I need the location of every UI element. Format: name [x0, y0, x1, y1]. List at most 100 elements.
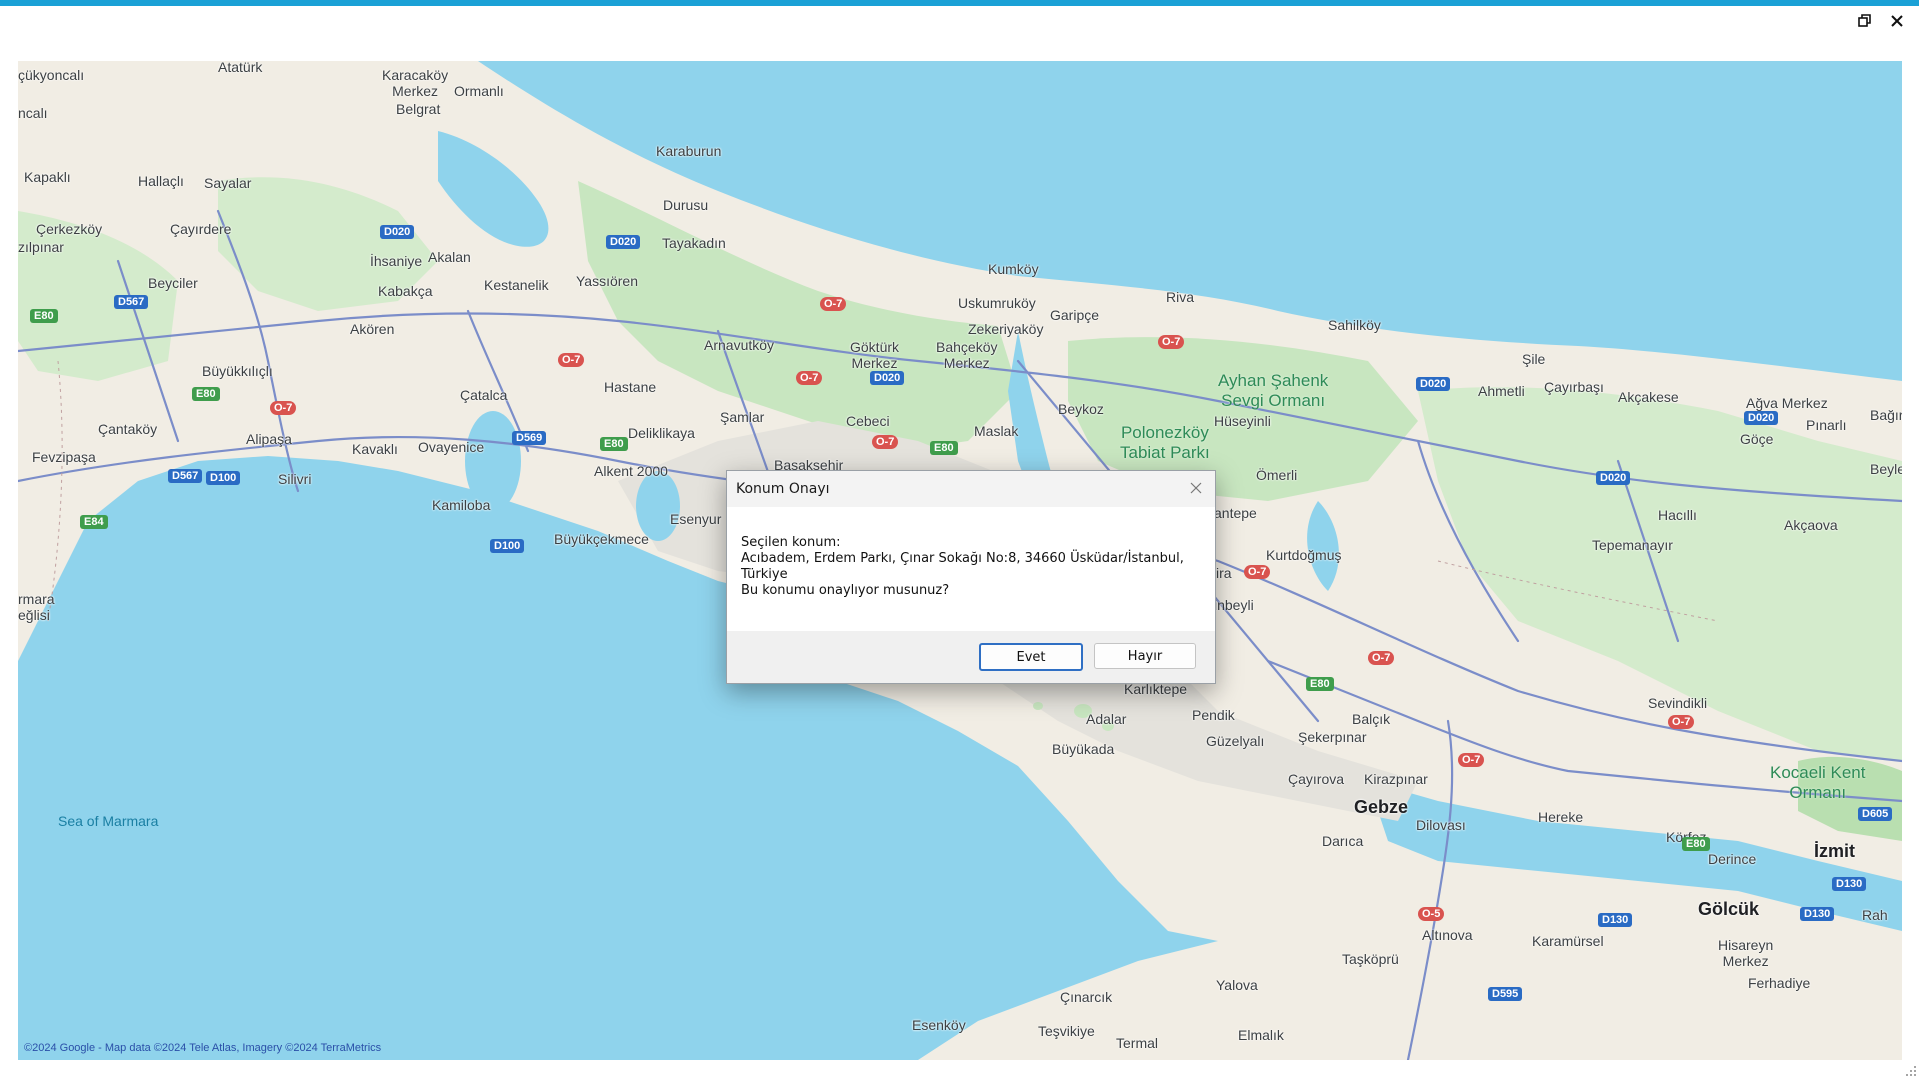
map-label: Sahilköy	[1328, 317, 1381, 333]
map-label: Ağva Merkez	[1746, 395, 1828, 411]
map-label: Balçık	[1352, 711, 1391, 727]
road-shield: D020	[606, 235, 641, 249]
map-label: Kestanelik	[484, 277, 549, 293]
map-label: Silivri	[278, 471, 312, 487]
road-shield: O-7	[796, 371, 823, 385]
map-label: Çerkezköy	[36, 221, 103, 237]
road-shield: O-7	[872, 435, 899, 449]
map-label: Cebeci	[846, 413, 890, 429]
map-label: Beykoz	[1058, 401, 1104, 417]
dialog-question: Bu konumu onaylıyor musunuz?	[741, 583, 950, 598]
map-label: Durusu	[663, 197, 709, 213]
road-shield: O-7	[558, 353, 585, 367]
map-label: Kamiloba	[432, 497, 491, 513]
resize-grip-icon[interactable]	[1905, 1065, 1917, 1077]
road-shield: E84	[80, 515, 108, 529]
dialog-titlebar: Konum Onayı	[727, 471, 1215, 507]
map-label: Beyciler	[148, 275, 198, 291]
road-shield: D100	[206, 471, 241, 485]
road-shield: O-7	[1158, 335, 1185, 349]
map-label: Hisareyn Merkez	[1718, 937, 1774, 969]
road-shield: D020	[380, 225, 415, 239]
road-shield: E80	[1682, 837, 1710, 851]
map-label: Hüseyinli	[1214, 413, 1271, 429]
road-shield: E80	[192, 387, 220, 401]
map-label: Ovayenice	[418, 439, 485, 455]
yes-button[interactable]: Evet	[979, 643, 1083, 671]
road-shield: D020	[1744, 411, 1779, 425]
map-label: Tepemanayır	[1592, 537, 1673, 553]
map-label: çükyoncalı	[18, 67, 85, 83]
map-label: Göçe	[1740, 431, 1774, 447]
road-shield: D569	[512, 431, 547, 445]
map-label: Hallaçlı	[138, 173, 184, 189]
restore-icon	[1858, 14, 1871, 27]
road-shield: D020	[1416, 377, 1451, 391]
map-label: Kocaeli Kent Ormanı	[1770, 763, 1866, 802]
map-label: Ormanlı	[454, 83, 504, 99]
map-label: rmara eğlisi	[18, 591, 55, 623]
map-label: Sayalar	[204, 175, 252, 191]
window-accent-bar	[0, 0, 1919, 6]
map-label: Akçaova	[1784, 517, 1838, 533]
road-shield: O-7	[270, 401, 297, 415]
map-label: Çayırbaşı	[1544, 379, 1604, 395]
dialog-close-button[interactable]	[1187, 479, 1205, 497]
map-label: Çınarcık	[1060, 989, 1113, 1005]
road-shield: E80	[600, 437, 628, 451]
dialog-address: Acıbadem, Erdem Parkı, Çınar Sokağı No:8…	[741, 551, 1184, 582]
map-label: Ayhan Şahenk Sevgi Ormanı	[1218, 371, 1329, 410]
road-shield: D567	[114, 295, 149, 309]
road-shield: O-5	[1418, 907, 1445, 921]
map-label: Derince	[1708, 851, 1757, 867]
map-label: Polonezköy Tabiat Parkı	[1120, 423, 1210, 462]
map-label: Dilovası	[1416, 817, 1466, 833]
map-label: Çatalca	[460, 387, 508, 403]
map-label: Hastane	[604, 379, 657, 395]
map-label: Belgrat	[396, 101, 441, 117]
location-confirm-dialog: Konum Onayı Seçilen konum: Acıbadem, Erd…	[726, 470, 1216, 684]
map-label: İzmit	[1814, 841, 1856, 861]
map-label: Yalova	[1216, 977, 1258, 993]
road-shield: E80	[930, 441, 958, 455]
map-label: Fevzipaşa	[32, 449, 96, 465]
map-label: Teşvikiye	[1038, 1023, 1095, 1039]
road-shield: E80	[30, 309, 58, 323]
map-label: Pendik	[1192, 707, 1235, 723]
close-button[interactable]	[1886, 10, 1908, 32]
dialog-title: Konum Onayı	[736, 481, 830, 497]
map-label: Ahmetli	[1478, 383, 1525, 399]
map-label: Ömerli	[1256, 467, 1298, 483]
map-label: Çantaköy	[98, 421, 158, 437]
map-label: ira	[1216, 565, 1232, 581]
map-label: Karaburun	[656, 143, 722, 159]
map-label: Hacıllı	[1658, 507, 1697, 523]
map-label: Pınarlı	[1806, 417, 1847, 433]
map-label: Arnavutköy	[704, 337, 775, 353]
map-label: Karacaköy Merkez	[382, 67, 449, 99]
map-label: Kirazpınar	[1364, 771, 1428, 787]
road-shield: O-7	[1368, 651, 1395, 665]
dialog-message: Seçilen konum: Acıbadem, Erdem Parkı, Çı…	[727, 507, 1215, 637]
road-shield: D605	[1858, 807, 1893, 821]
map-label: Esenyur	[670, 511, 722, 527]
close-icon	[1891, 15, 1903, 27]
close-icon	[1190, 482, 1202, 494]
map-label: Akalan	[428, 249, 471, 265]
map-label: inbeyli	[1214, 597, 1254, 613]
road-shield: D595	[1488, 987, 1523, 1001]
road-shield: D100	[490, 539, 525, 553]
no-button[interactable]: Hayır	[1094, 643, 1196, 669]
restore-button[interactable]	[1854, 10, 1876, 32]
map-label: Taşköprü	[1342, 951, 1399, 967]
map-label: Termal	[1116, 1035, 1159, 1051]
map-label: Çayırdere	[170, 221, 232, 237]
road-shield: D567	[168, 469, 203, 483]
map-label: Kapaklı	[24, 169, 71, 185]
road-shield: O-7	[1668, 715, 1695, 729]
map-label: Güzelyalı	[1206, 733, 1265, 749]
map-label: Maslak	[974, 423, 1019, 439]
road-shield: D020	[1596, 471, 1631, 485]
map-label: Sevindikli	[1648, 695, 1708, 711]
road-shield: O-7	[1244, 565, 1271, 579]
